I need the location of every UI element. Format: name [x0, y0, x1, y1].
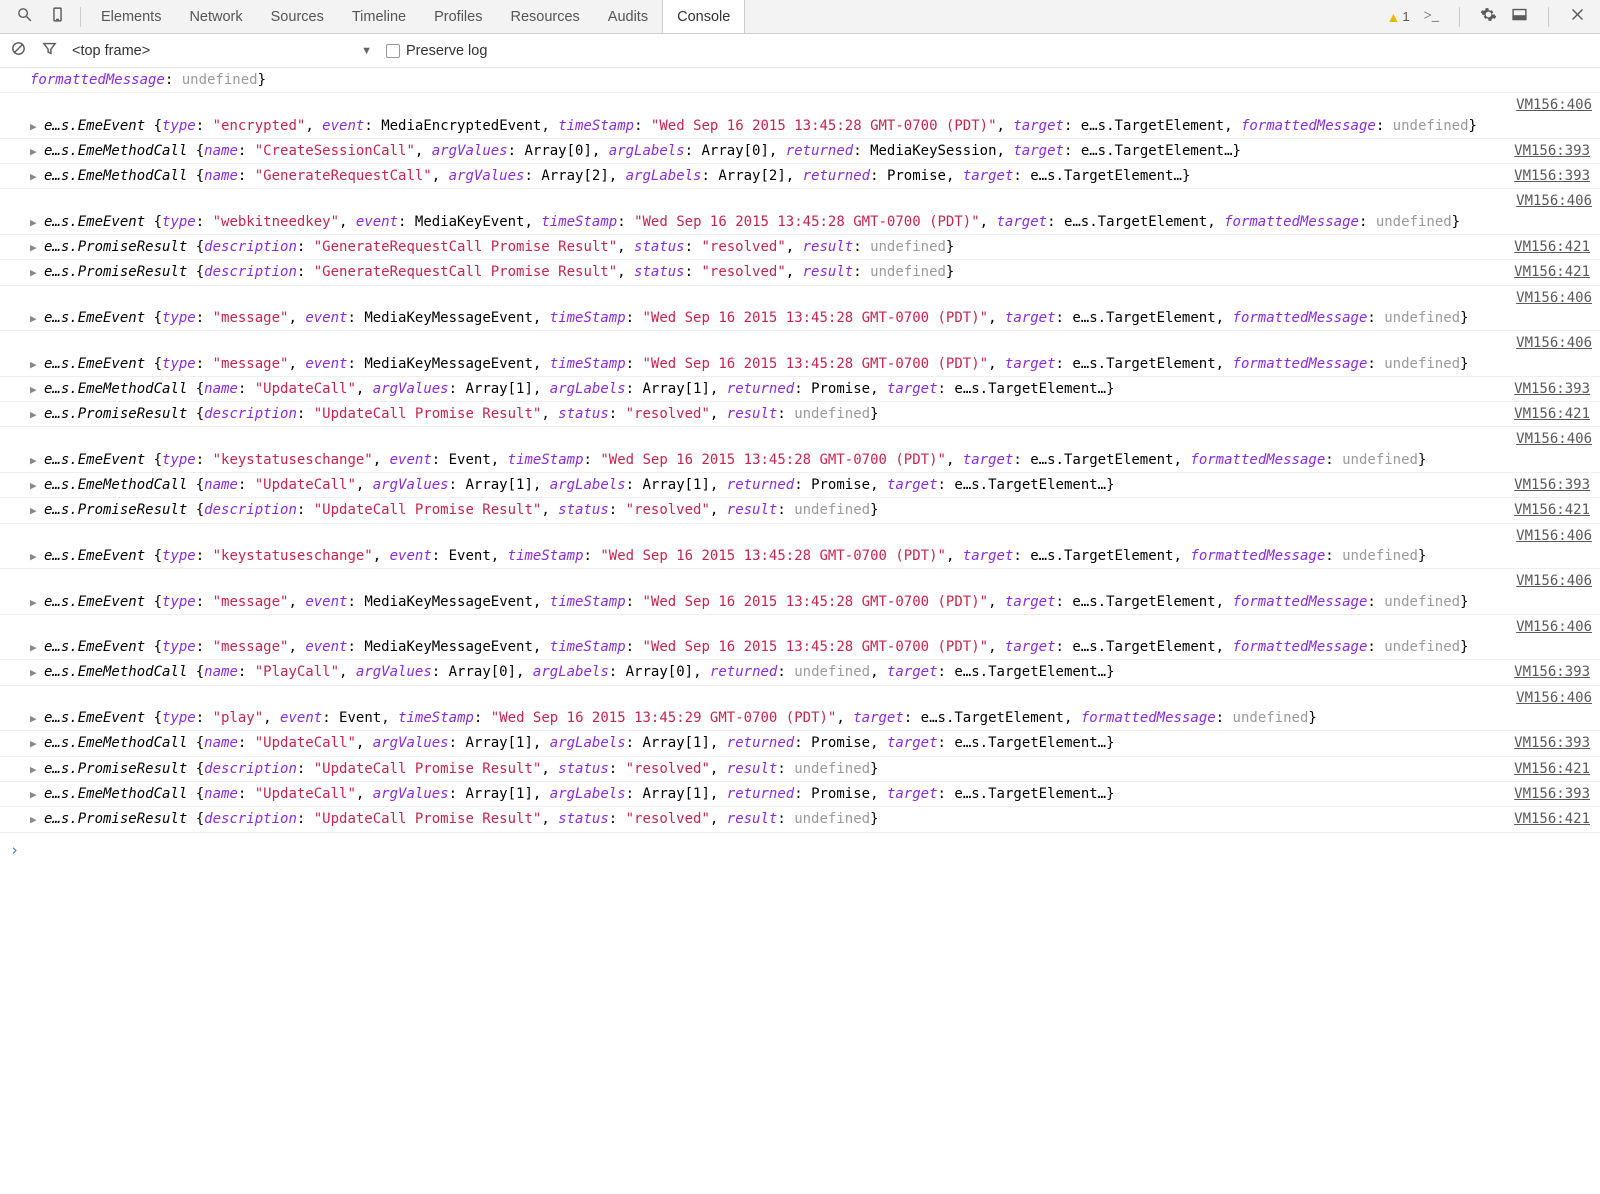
source-link[interactable]: VM156:406 [14, 429, 1592, 449]
log-entry[interactable]: VM156:421▶e…s.PromiseResult {description… [0, 807, 1600, 832]
close-icon[interactable] [1569, 6, 1586, 27]
log-entry[interactable]: VM156:393▶e…s.EmeMethodCall {name: "Upda… [0, 377, 1600, 402]
expand-icon[interactable]: ▶ [30, 382, 40, 398]
expand-icon[interactable]: ▶ [30, 762, 40, 778]
expand-icon[interactable]: ▶ [30, 119, 40, 135]
source-link[interactable]: VM156:393 [1514, 379, 1590, 399]
tab-timeline[interactable]: Timeline [338, 0, 420, 33]
log-entry[interactable]: formattedMessage: undefined} [0, 68, 1600, 93]
log-entry[interactable]: VM156:406▶e…s.EmeEvent {type: "message",… [0, 331, 1600, 377]
devtools-toolbar: ElementsNetworkSourcesTimelineProfilesRe… [0, 0, 1600, 34]
log-entry[interactable]: VM156:406▶e…s.EmeEvent {type: "message",… [0, 286, 1600, 332]
source-link[interactable]: VM156:406 [14, 333, 1592, 353]
log-entry[interactable]: VM156:406▶e…s.EmeEvent {type: "play", ev… [0, 686, 1600, 732]
source-link[interactable]: VM156:421 [1514, 809, 1590, 829]
source-link[interactable]: VM156:421 [1514, 759, 1590, 779]
tab-sources[interactable]: Sources [257, 0, 338, 33]
log-entry[interactable]: VM156:406▶e…s.EmeEvent {type: "message",… [0, 615, 1600, 661]
expand-icon[interactable]: ▶ [30, 215, 40, 231]
expand-icon[interactable]: ▶ [30, 595, 40, 611]
settings-icon[interactable] [1480, 6, 1497, 27]
source-link[interactable]: VM156:406 [14, 95, 1592, 115]
tab-profiles[interactable]: Profiles [420, 0, 496, 33]
expand-icon[interactable]: ▶ [30, 478, 40, 494]
log-entry[interactable]: VM156:393▶e…s.EmeMethodCall {name: "Gene… [0, 164, 1600, 189]
divider [1459, 7, 1460, 27]
toolbar-right: ▲1 >_ [1386, 6, 1592, 27]
source-link[interactable]: VM156:406 [14, 526, 1592, 546]
source-link[interactable]: VM156:393 [1514, 475, 1590, 495]
source-link[interactable]: VM156:393 [1514, 733, 1590, 753]
source-link[interactable]: VM156:393 [1514, 662, 1590, 682]
source-link[interactable]: VM156:406 [14, 688, 1592, 708]
console-subbar: <top frame> ▼ Preserve log [0, 34, 1600, 68]
expand-icon[interactable]: ▶ [30, 640, 40, 656]
filter-icon[interactable] [41, 40, 58, 61]
source-link[interactable]: VM156:421 [1514, 262, 1590, 282]
warning-icon: ▲ [1386, 9, 1400, 25]
expand-icon[interactable]: ▶ [30, 240, 40, 256]
expand-icon[interactable]: ▶ [30, 407, 40, 423]
source-link[interactable]: VM156:393 [1514, 141, 1590, 161]
console-log-area[interactable]: formattedMessage: undefined}VM156:406▶e…… [0, 68, 1600, 837]
log-entry[interactable]: VM156:406▶e…s.EmeEvent {type: "keystatus… [0, 427, 1600, 473]
source-link[interactable]: VM156:406 [14, 571, 1592, 591]
chevron-down-icon: ▼ [361, 45, 372, 57]
warning-count[interactable]: ▲1 [1386, 9, 1409, 25]
source-link[interactable]: VM156:421 [1514, 237, 1590, 257]
dock-icon[interactable] [1511, 6, 1528, 27]
device-icon[interactable] [41, 0, 74, 33]
expand-icon[interactable]: ▶ [30, 169, 40, 185]
divider [80, 7, 81, 27]
log-entry[interactable]: VM156:406▶e…s.EmeEvent {type: "message",… [0, 569, 1600, 615]
log-entry[interactable]: VM156:421▶e…s.PromiseResult {description… [0, 757, 1600, 782]
log-entry[interactable]: VM156:406▶e…s.EmeEvent {type: "encrypted… [0, 93, 1600, 139]
log-entry[interactable]: VM156:393▶e…s.EmeMethodCall {name: "Play… [0, 660, 1600, 685]
divider [1548, 7, 1549, 27]
expand-icon[interactable]: ▶ [30, 549, 40, 565]
source-link[interactable]: VM156:406 [14, 288, 1592, 308]
expand-icon[interactable]: ▶ [30, 665, 40, 681]
tab-bar: ElementsNetworkSourcesTimelineProfilesRe… [87, 0, 1386, 33]
preserve-log[interactable]: Preserve log [386, 43, 487, 59]
log-entry[interactable]: VM156:393▶e…s.EmeMethodCall {name: "Crea… [0, 139, 1600, 164]
log-entry[interactable]: VM156:393▶e…s.EmeMethodCall {name: "Upda… [0, 782, 1600, 807]
expand-icon[interactable]: ▶ [30, 144, 40, 160]
search-icon[interactable] [8, 0, 41, 33]
log-entry[interactable]: VM156:421▶e…s.PromiseResult {description… [0, 498, 1600, 523]
checkbox[interactable] [386, 44, 400, 58]
log-entry[interactable]: VM156:421▶e…s.PromiseResult {description… [0, 260, 1600, 285]
log-entry[interactable]: VM156:393▶e…s.EmeMethodCall {name: "Upda… [0, 473, 1600, 498]
expand-icon[interactable]: ▶ [30, 736, 40, 752]
tab-console[interactable]: Console [662, 0, 745, 33]
source-link[interactable]: VM156:406 [14, 191, 1592, 211]
frame-selector[interactable]: <top frame> ▼ [72, 43, 372, 59]
console-prompt-icon[interactable]: >_ [1424, 8, 1439, 25]
expand-icon[interactable]: ▶ [30, 357, 40, 373]
expand-icon[interactable]: ▶ [30, 453, 40, 469]
console-prompt[interactable]: › [0, 837, 1600, 863]
clear-icon[interactable] [10, 40, 27, 61]
expand-icon[interactable]: ▶ [30, 787, 40, 803]
expand-icon[interactable]: ▶ [30, 711, 40, 727]
expand-icon[interactable]: ▶ [30, 311, 40, 327]
log-entry[interactable]: VM156:406▶e…s.EmeEvent {type: "keystatus… [0, 524, 1600, 570]
source-link[interactable]: VM156:393 [1514, 784, 1590, 804]
log-entry[interactable]: VM156:406▶e…s.EmeEvent {type: "webkitnee… [0, 189, 1600, 235]
source-link[interactable]: VM156:393 [1514, 166, 1590, 186]
tab-network[interactable]: Network [175, 0, 256, 33]
log-entry[interactable]: VM156:421▶e…s.PromiseResult {description… [0, 235, 1600, 260]
expand-icon[interactable]: ▶ [30, 265, 40, 281]
log-entry[interactable]: VM156:421▶e…s.PromiseResult {description… [0, 402, 1600, 427]
expand-icon[interactable]: ▶ [30, 503, 40, 519]
tab-elements[interactable]: Elements [87, 0, 175, 33]
log-entry[interactable]: VM156:393▶e…s.EmeMethodCall {name: "Upda… [0, 731, 1600, 756]
tab-audits[interactable]: Audits [594, 0, 662, 33]
expand-icon[interactable]: ▶ [30, 812, 40, 828]
source-link[interactable]: VM156:406 [14, 617, 1592, 637]
source-link[interactable]: VM156:421 [1514, 500, 1590, 520]
source-link[interactable]: VM156:421 [1514, 404, 1590, 424]
tab-resources[interactable]: Resources [496, 0, 593, 33]
